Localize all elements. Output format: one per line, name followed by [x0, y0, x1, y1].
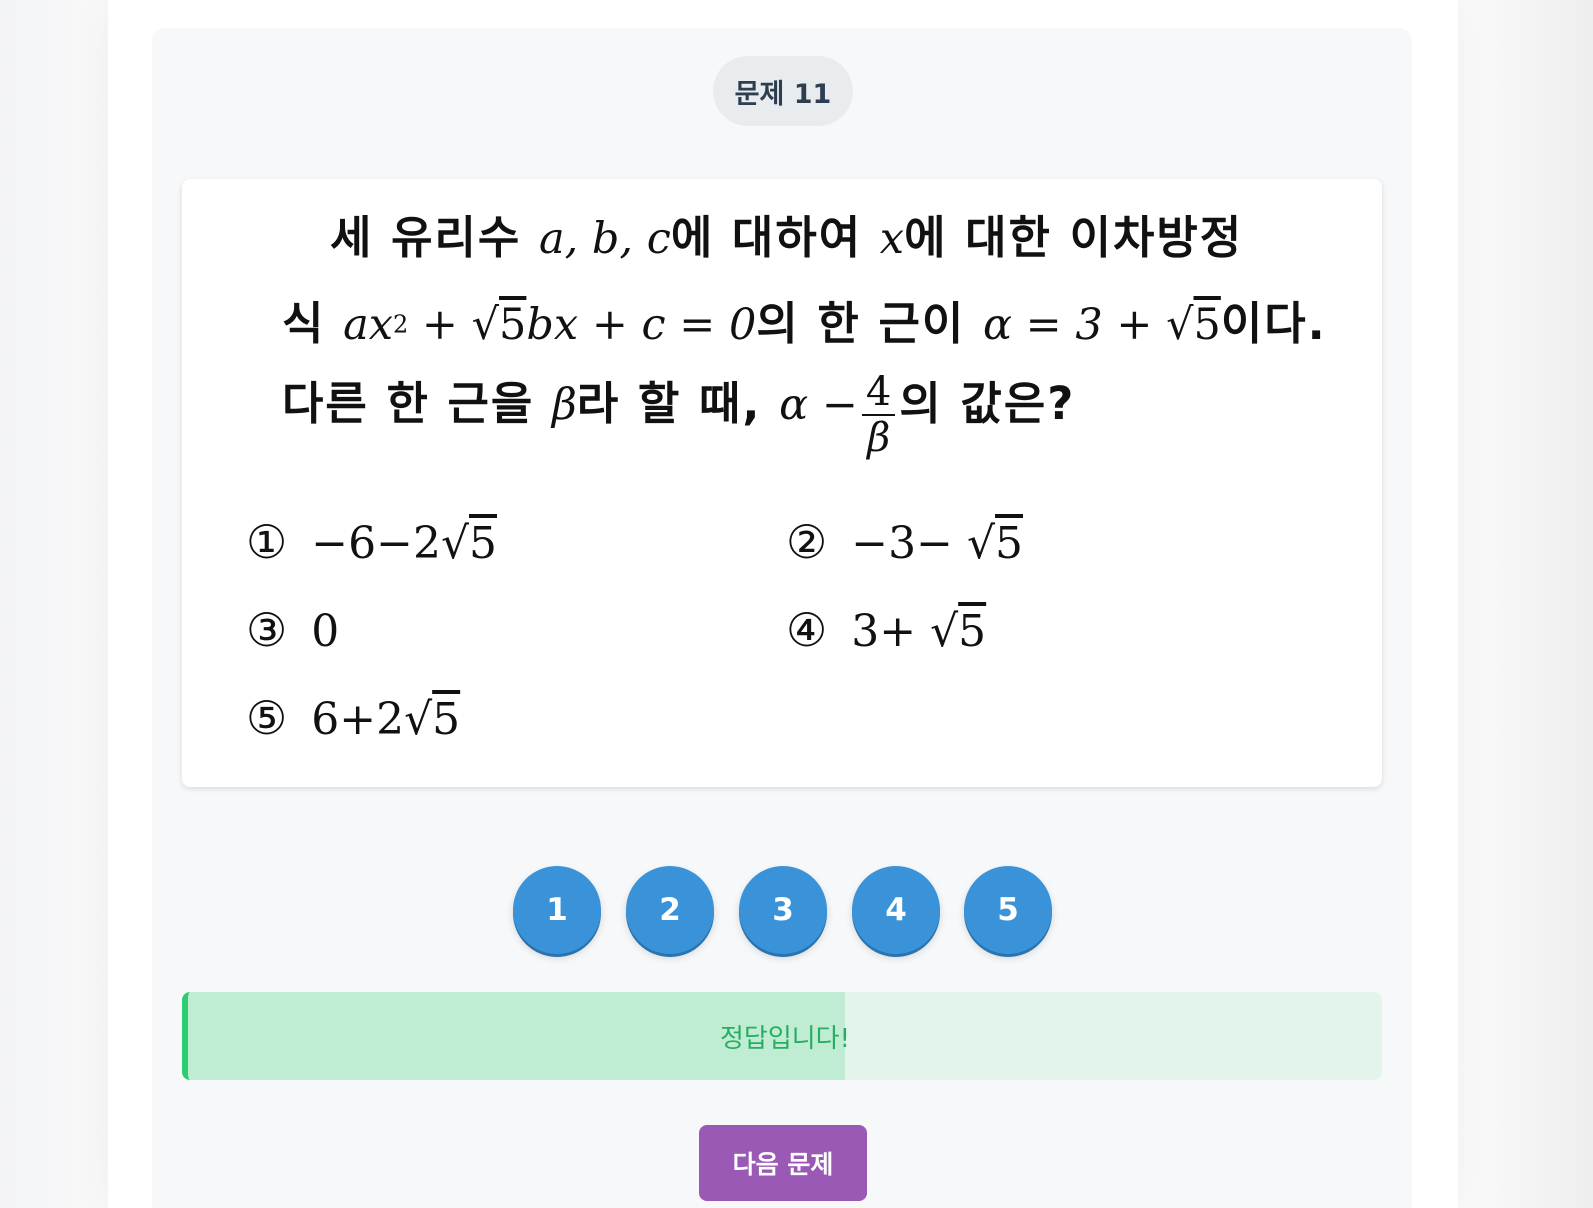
math-radicand: 5: [1193, 300, 1221, 350]
choice-5: ⑤ 6+2√5: [246, 691, 460, 745]
choice-number: ③: [246, 603, 288, 657]
choice-text: 3+ √: [851, 606, 959, 657]
feedback-message: 정답입니다!: [182, 992, 1382, 1080]
math-eq: ax: [343, 300, 393, 350]
question-text: 세 유리수: [330, 211, 539, 264]
math-x: x: [879, 214, 905, 264]
math-beta: β: [552, 380, 577, 430]
math-eq: + c = 0: [578, 300, 757, 350]
question-text: 의 한 근이: [756, 297, 983, 350]
question-number-badge: 문제 11: [713, 56, 853, 126]
choice-text: 6+2√: [311, 694, 433, 745]
choice-1: ① −6−2√5: [246, 515, 497, 569]
fraction-denominator: β: [867, 414, 891, 461]
math-fraction: 4β: [861, 370, 896, 461]
answer-button-2[interactable]: 2: [626, 866, 714, 954]
next-question-button[interactable]: 다음 문제: [699, 1125, 867, 1201]
choice-number: ①: [246, 515, 288, 569]
choice-number: ⑤: [246, 691, 288, 745]
math-vars: a, b, c: [538, 214, 671, 264]
choice-2: ② −3− √5: [786, 515, 1023, 569]
math-alpha: α = 3 + √: [982, 300, 1194, 350]
answer-button-5[interactable]: 5: [964, 866, 1052, 954]
question-text: 에 대하여: [670, 211, 880, 264]
question-text: 의 값은?: [899, 377, 1076, 430]
choice-number: ④: [786, 603, 828, 657]
math-eq: + √: [408, 300, 500, 350]
choice-number: ②: [786, 515, 828, 569]
math-eq: bx: [526, 300, 579, 350]
choice-radicand: 5: [469, 518, 498, 569]
math-radicand: 5: [499, 300, 527, 350]
question-text: 다른 한 근을: [282, 377, 552, 430]
fraction-numerator: 4: [861, 370, 896, 416]
question-text: 에 대한 이차방정: [904, 211, 1244, 264]
question-text: 식: [282, 297, 344, 350]
feedback-text: 정답입니다!: [719, 1023, 851, 1054]
answer-button-3[interactable]: 3: [739, 866, 827, 954]
answer-button-1[interactable]: 1: [513, 866, 601, 954]
question-text: 라 할 때,: [576, 377, 780, 430]
choice-4: ④ 3+ √5: [786, 603, 986, 657]
choice-radicand: 5: [995, 518, 1024, 569]
math-exponent: 2: [392, 310, 409, 339]
answer-button-4[interactable]: 4: [852, 866, 940, 954]
question-line-1: 세 유리수 a, b, c에 대하여 x에 대한 이차방정: [330, 201, 1382, 266]
question-text: 이다.: [1220, 297, 1327, 350]
choice-radicand: 5: [958, 606, 987, 657]
choice-text: −6−2√: [311, 518, 470, 569]
choice-text: −3− √: [851, 518, 996, 569]
problem-image: 세 유리수 a, b, c에 대하여 x에 대한 이차방정 식 ax2 + √5…: [182, 179, 1382, 787]
math-expr: α −: [779, 380, 858, 430]
choice-3: ③0: [246, 603, 339, 657]
choice-text: 0: [311, 606, 340, 657]
choice-radicand: 5: [432, 694, 461, 745]
question-line-3: 다른 한 근을 β라 할 때, α −4 β 의 값은?: [282, 367, 1382, 460]
question-line-2: 식 ax2 + √5bx + c = 0의 한 근이 α = 3 + √5이다.: [282, 287, 1382, 352]
